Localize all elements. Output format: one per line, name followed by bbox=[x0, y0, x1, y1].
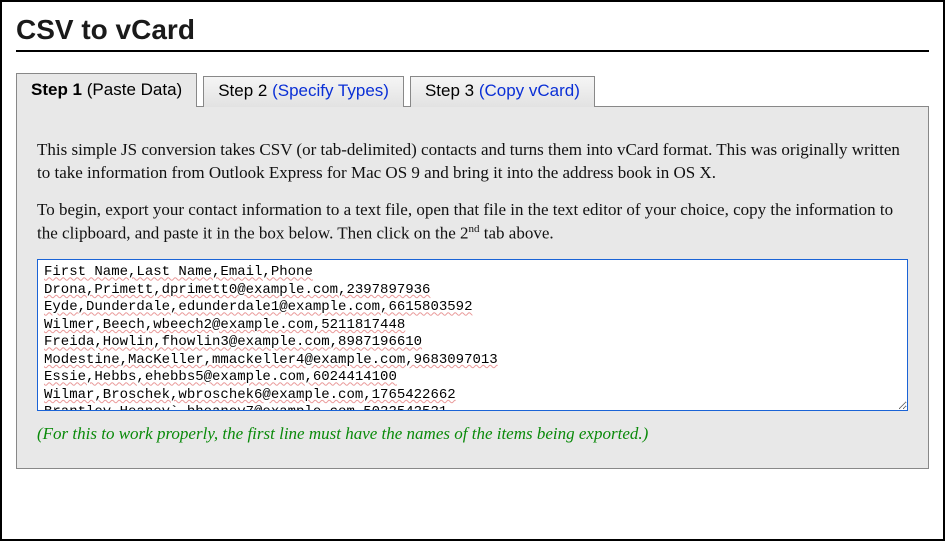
tabstrip: Step 1 (Paste Data) Step 2 (Specify Type… bbox=[16, 72, 929, 106]
tab-step2[interactable]: Step 2 (Specify Types) bbox=[203, 76, 404, 107]
intro2-sup: nd bbox=[469, 223, 480, 235]
intro-paragraph-1: This simple JS conversion takes CSV (or … bbox=[37, 139, 908, 185]
intro2-after: tab above. bbox=[480, 223, 554, 242]
tab-step2-desc: (Specify Types) bbox=[272, 81, 389, 100]
intro2-before: To begin, export your contact informatio… bbox=[37, 200, 893, 243]
intro-paragraph-2: To begin, export your contact informatio… bbox=[37, 199, 908, 246]
tab-step1-label: Step 1 bbox=[31, 80, 82, 99]
tab-step3-desc: (Copy vCard) bbox=[479, 81, 580, 100]
tab-step1[interactable]: Step 1 (Paste Data) bbox=[16, 73, 197, 107]
first-line-hint: (For this to work properly, the first li… bbox=[37, 424, 908, 444]
tab-step2-label: Step 2 bbox=[218, 81, 267, 100]
title-rule bbox=[16, 50, 929, 52]
step1-panel: This simple JS conversion takes CSV (or … bbox=[16, 106, 929, 469]
page-title: CSV to vCard bbox=[16, 14, 929, 46]
tab-step3[interactable]: Step 3 (Copy vCard) bbox=[410, 76, 595, 107]
tab-step1-desc: (Paste Data) bbox=[87, 80, 182, 99]
csv-input[interactable] bbox=[37, 259, 908, 411]
app-frame: CSV to vCard Step 1 (Paste Data) Step 2 … bbox=[0, 0, 945, 541]
tab-step3-label: Step 3 bbox=[425, 81, 474, 100]
